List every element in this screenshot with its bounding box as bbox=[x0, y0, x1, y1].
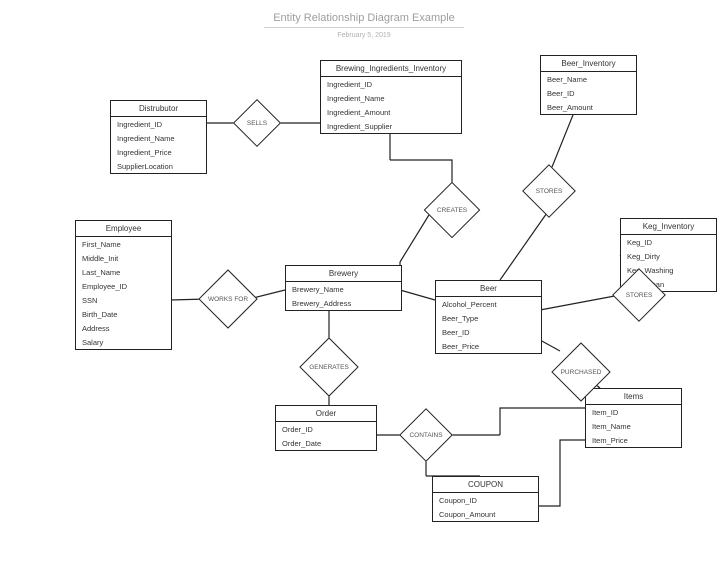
entity-attr: Item_Name bbox=[586, 419, 681, 433]
entity-attr: Employee_ID bbox=[76, 279, 171, 293]
entity-attr: SSN bbox=[76, 293, 171, 307]
entity-attr: Ingredient_ID bbox=[321, 77, 461, 91]
rel-works-for[interactable]: WORKS FOR bbox=[207, 278, 249, 320]
entity-attr: Beer_ID bbox=[541, 86, 636, 100]
entity-attr: Ingredient_Supplier bbox=[321, 119, 461, 133]
entity-attr: Brewery_Address bbox=[286, 296, 401, 310]
entity-ingredients[interactable]: Brewing_Ingredients_InventoryIngredient_… bbox=[320, 60, 462, 134]
entity-attr: Ingredient_ID bbox=[111, 117, 206, 131]
entity-attr: Brewery_Name bbox=[286, 282, 401, 296]
rel-sells[interactable]: SELLS bbox=[240, 106, 274, 140]
entity-attr: Salary bbox=[76, 335, 171, 349]
entity-attr: Middle_Init bbox=[76, 251, 171, 265]
rel-contains[interactable]: CONTAINS bbox=[407, 416, 445, 454]
entity-attr: Item_ID bbox=[586, 405, 681, 419]
entity-attr: Beer_Price bbox=[436, 339, 541, 353]
entity-brewery[interactable]: BreweryBrewery_NameBrewery_Address bbox=[285, 265, 402, 311]
entity-attr: Beer_Type bbox=[436, 311, 541, 325]
entity-header: Brewing_Ingredients_Inventory bbox=[321, 61, 461, 77]
entity-header: Beer_Inventory bbox=[541, 56, 636, 72]
entity-attr: Ingredient_Name bbox=[111, 131, 206, 145]
entity-attr: Order_ID bbox=[276, 422, 376, 436]
entity-header: Employee bbox=[76, 221, 171, 237]
entity-distributor[interactable]: DistrubutorIngredient_IDIngredient_NameI… bbox=[110, 100, 207, 174]
entity-header: Keg_Inventory bbox=[621, 219, 716, 235]
page-subtitle: February 5, 2019 bbox=[337, 32, 390, 39]
entity-order[interactable]: OrderOrder_IDOrder_Date bbox=[275, 405, 377, 451]
entity-attr: Coupon_ID bbox=[433, 493, 538, 507]
entity-header: Order bbox=[276, 406, 376, 422]
entity-attr: Keg_ID bbox=[621, 235, 716, 249]
entity-attr: Coupon_Amount bbox=[433, 507, 538, 521]
entity-attr: Beer_ID bbox=[436, 325, 541, 339]
entity-header: Brewery bbox=[286, 266, 401, 282]
rel-stores-keg[interactable]: STORES bbox=[620, 276, 658, 314]
page-title: Entity Relationship Diagram Example bbox=[264, 12, 464, 28]
entity-attr: Beer_Amount bbox=[541, 100, 636, 114]
rel-purchased[interactable]: PURCHASED bbox=[560, 351, 602, 393]
entity-beer-inventory[interactable]: Beer_InventoryBeer_NameBeer_IDBeer_Amoun… bbox=[540, 55, 637, 115]
entity-beer[interactable]: BeerAlcohol_PercentBeer_TypeBeer_IDBeer_… bbox=[435, 280, 542, 354]
entity-attr: Item_Price bbox=[586, 433, 681, 447]
entity-attr: Keg_Dirty bbox=[621, 249, 716, 263]
entity-attr: Ingredient_Name bbox=[321, 91, 461, 105]
rel-generates[interactable]: GENERATES bbox=[308, 346, 350, 388]
entity-header: Beer bbox=[436, 281, 541, 297]
entity-attr: Birth_Date bbox=[76, 307, 171, 321]
entity-attr: Last_Name bbox=[76, 265, 171, 279]
entity-employee[interactable]: EmployeeFirst_NameMiddle_InitLast_NameEm… bbox=[75, 220, 172, 350]
entity-attr: First_Name bbox=[76, 237, 171, 251]
er-diagram-page: Entity Relationship Diagram Example Febr… bbox=[0, 0, 728, 562]
entity-header: COUPON bbox=[433, 477, 538, 493]
entity-attr: Alcohol_Percent bbox=[436, 297, 541, 311]
entity-attr: Ingredient_Price bbox=[111, 145, 206, 159]
rel-stores-beer[interactable]: STORES bbox=[530, 172, 568, 210]
rel-creates[interactable]: CREATES bbox=[432, 190, 472, 230]
entity-coupon[interactable]: COUPONCoupon_IDCoupon_Amount bbox=[432, 476, 539, 522]
entity-attr: Address bbox=[76, 321, 171, 335]
entity-attr: SupplierLocation bbox=[111, 159, 206, 173]
entity-attr: Ingredient_Amount bbox=[321, 105, 461, 119]
entity-attr: Order_Date bbox=[276, 436, 376, 450]
entity-attr: Beer_Name bbox=[541, 72, 636, 86]
entity-items[interactable]: ItemsItem_IDItem_NameItem_Price bbox=[585, 388, 682, 448]
entity-header: Distrubutor bbox=[111, 101, 206, 117]
